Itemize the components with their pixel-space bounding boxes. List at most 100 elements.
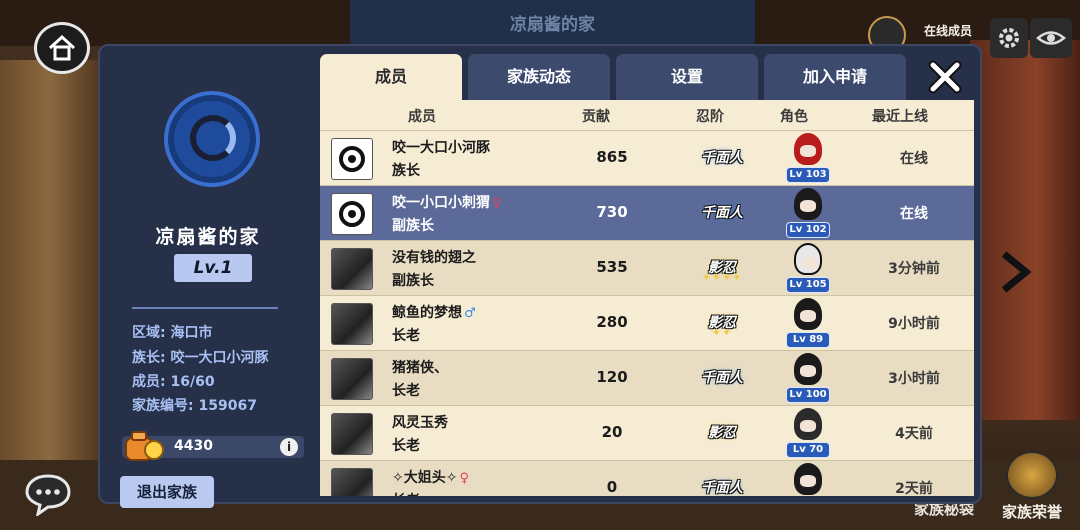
region-label: 区域: xyxy=(132,325,166,341)
character-portrait: Lv 89 xyxy=(786,298,830,348)
rank-label: 影忍 xyxy=(708,425,736,441)
clan-id-value: 159067 xyxy=(198,398,257,414)
table-row[interactable]: ✧大姐头✧♀ 长老 0 千面人 2天前 xyxy=(320,460,974,496)
rank-label: 千面人 xyxy=(701,370,743,386)
member-contribution: 0 xyxy=(606,478,618,496)
quit-clan-button[interactable]: 退出家族 xyxy=(120,476,214,508)
clan-name: 凉扇酱的家 xyxy=(155,226,261,248)
table-header: 成员 贡献 忍阶 角色 最近上线 xyxy=(320,100,974,130)
rank-stars-icon: ✦✦ xyxy=(711,326,733,339)
tab-settings[interactable]: 设置 xyxy=(616,54,758,104)
header-member: 成员 xyxy=(408,109,436,125)
coin-bag-icon xyxy=(125,431,164,461)
member-position: 长老 xyxy=(392,328,420,344)
leader-info: 族长: 咬一大口小河豚 xyxy=(132,347,268,367)
view-toggle-button[interactable] xyxy=(1030,18,1072,58)
table-row[interactable]: 猪猪侠、 长老 120 千面人 Lv 100 3小时前 xyxy=(320,350,974,405)
member-name: 没有钱的翅之 xyxy=(392,250,476,266)
rank-badge: 影忍 xyxy=(690,416,754,450)
character-portrait: Lv 70 xyxy=(786,408,830,458)
chat-bubble-icon xyxy=(25,474,71,516)
member-contribution: 120 xyxy=(596,368,628,386)
rank-badge: 影忍 ✦✦ xyxy=(690,306,754,340)
member-contribution: 280 xyxy=(596,313,628,331)
hall-sign-title: 凉扇酱的家 xyxy=(510,15,595,35)
table-row[interactable]: 风灵玉秀 长老 20 影忍 Lv 70 4天前 xyxy=(320,405,974,460)
character-portrait: Lv 105 xyxy=(786,243,830,293)
table-row[interactable]: 鲸鱼的梦想 ♂ 长老 280 影忍 ✦✦ Lv 89 9小时前 xyxy=(320,295,974,350)
info-icon[interactable]: i xyxy=(280,438,298,456)
next-arrow-icon[interactable] xyxy=(994,250,1034,294)
clan-honor-button[interactable]: 家族荣誉 xyxy=(992,450,1072,522)
honor-emblem-icon xyxy=(1005,450,1058,499)
leader-value: 咬一大口小河豚 xyxy=(170,350,269,366)
clan-emblem-icon xyxy=(164,91,260,187)
header-role: 角色 xyxy=(780,109,808,125)
header-last-online: 最近上线 xyxy=(872,109,928,125)
member-avatar xyxy=(331,303,373,345)
member-last-online: 在线 xyxy=(900,151,928,167)
female-icon: ♀ xyxy=(492,196,502,211)
table-row-selected[interactable]: 咬一小口小刺猬 ♀ 副族长 730 千面人 Lv 102 在线 xyxy=(320,185,974,240)
member-last-online: 3分钟前 xyxy=(888,261,940,277)
member-avatar xyxy=(331,358,373,400)
member-name: 鲸鱼的梦想 ♂ xyxy=(392,305,476,321)
gear-icon xyxy=(999,28,1019,48)
region-info: 区域: 海口市 xyxy=(132,322,212,342)
table-row[interactable]: 咬一大口小河豚 族长 865 千面人 Lv 103 在线 xyxy=(320,130,974,185)
clan-id-info: 家族编号: 159067 xyxy=(132,395,257,415)
character-level: Lv 70 xyxy=(786,442,830,458)
hall-sign: 凉扇酱的家 xyxy=(350,0,755,46)
member-contribution: 730 xyxy=(596,203,628,221)
members-value: 16/60 xyxy=(170,374,215,390)
member-table: 成员 贡献 忍阶 角色 最近上线 咬一大口小河豚 族长 865 千面人 Lv 1… xyxy=(320,100,974,496)
clan-funds-value: 4430 xyxy=(174,438,213,454)
character-portrait: Lv 102 xyxy=(786,188,830,238)
character-portrait: Lv 100 xyxy=(786,353,830,403)
settings-button[interactable] xyxy=(990,18,1028,58)
close-icon[interactable] xyxy=(926,58,964,96)
header-rank: 忍阶 xyxy=(696,109,724,125)
rank-badge: 影忍 ✦✦✦✦ xyxy=(690,251,754,285)
character-level: Lv 105 xyxy=(786,277,830,293)
rank-badge: 千面人 xyxy=(690,141,754,175)
character-level: Lv 89 xyxy=(786,332,830,348)
member-position: 副族长 xyxy=(392,273,434,289)
member-contribution: 20 xyxy=(601,423,623,441)
online-members-label: 在线成员 xyxy=(924,24,973,38)
rank-label: 千面人 xyxy=(701,480,743,496)
home-button[interactable] xyxy=(34,22,90,74)
rank-badge: 千面人 xyxy=(690,471,754,496)
rank-badge: 千面人 xyxy=(690,361,754,395)
tab-clan-news[interactable]: 家族动态 xyxy=(468,54,610,104)
leader-label: 族长: xyxy=(132,350,166,366)
rank-stars-icon: ✦✦✦✦ xyxy=(701,271,743,284)
member-name: 风灵玉秀 xyxy=(392,415,448,431)
region-value: 海口市 xyxy=(170,325,213,341)
member-position: 长老 xyxy=(392,383,420,399)
member-last-online: 2天前 xyxy=(895,481,933,496)
clan-funds-bar: 4430 i xyxy=(122,431,304,461)
home-icon xyxy=(48,34,76,61)
male-icon: ♂ xyxy=(464,306,476,321)
member-position: 族长 xyxy=(392,163,420,179)
character-portrait: Lv 103 xyxy=(786,133,830,183)
member-name: 咬一大口小河豚 xyxy=(392,140,490,156)
member-avatar xyxy=(331,413,373,455)
character-level: Lv 100 xyxy=(786,387,830,403)
table-row[interactable]: 没有钱的翅之 副族长 535 影忍 ✦✦✦✦ Lv 105 3分钟前 xyxy=(320,240,974,295)
tab-join-requests[interactable]: 加入申请 xyxy=(764,54,906,104)
female-icon: ♀ xyxy=(459,471,469,486)
character-portrait xyxy=(786,463,830,496)
members-label: 成员: xyxy=(132,374,166,390)
member-last-online: 在线 xyxy=(900,206,928,222)
member-last-online: 9小时前 xyxy=(888,316,940,332)
sidebar-divider xyxy=(132,307,278,309)
header-contribution: 贡献 xyxy=(582,109,610,125)
clan-panel: 凉扇酱的家 Lv.1 区域: 海口市 族长: 咬一大口小河豚 成员: 16/60… xyxy=(98,44,982,508)
member-name: ✧大姐头✧ ♀ xyxy=(392,470,469,486)
member-name: 咬一小口小刺猬 ♀ xyxy=(392,195,502,211)
right-pillar xyxy=(970,40,1080,420)
clan-honor-label: 家族荣誉 xyxy=(1001,502,1062,521)
chat-button[interactable] xyxy=(24,472,72,516)
